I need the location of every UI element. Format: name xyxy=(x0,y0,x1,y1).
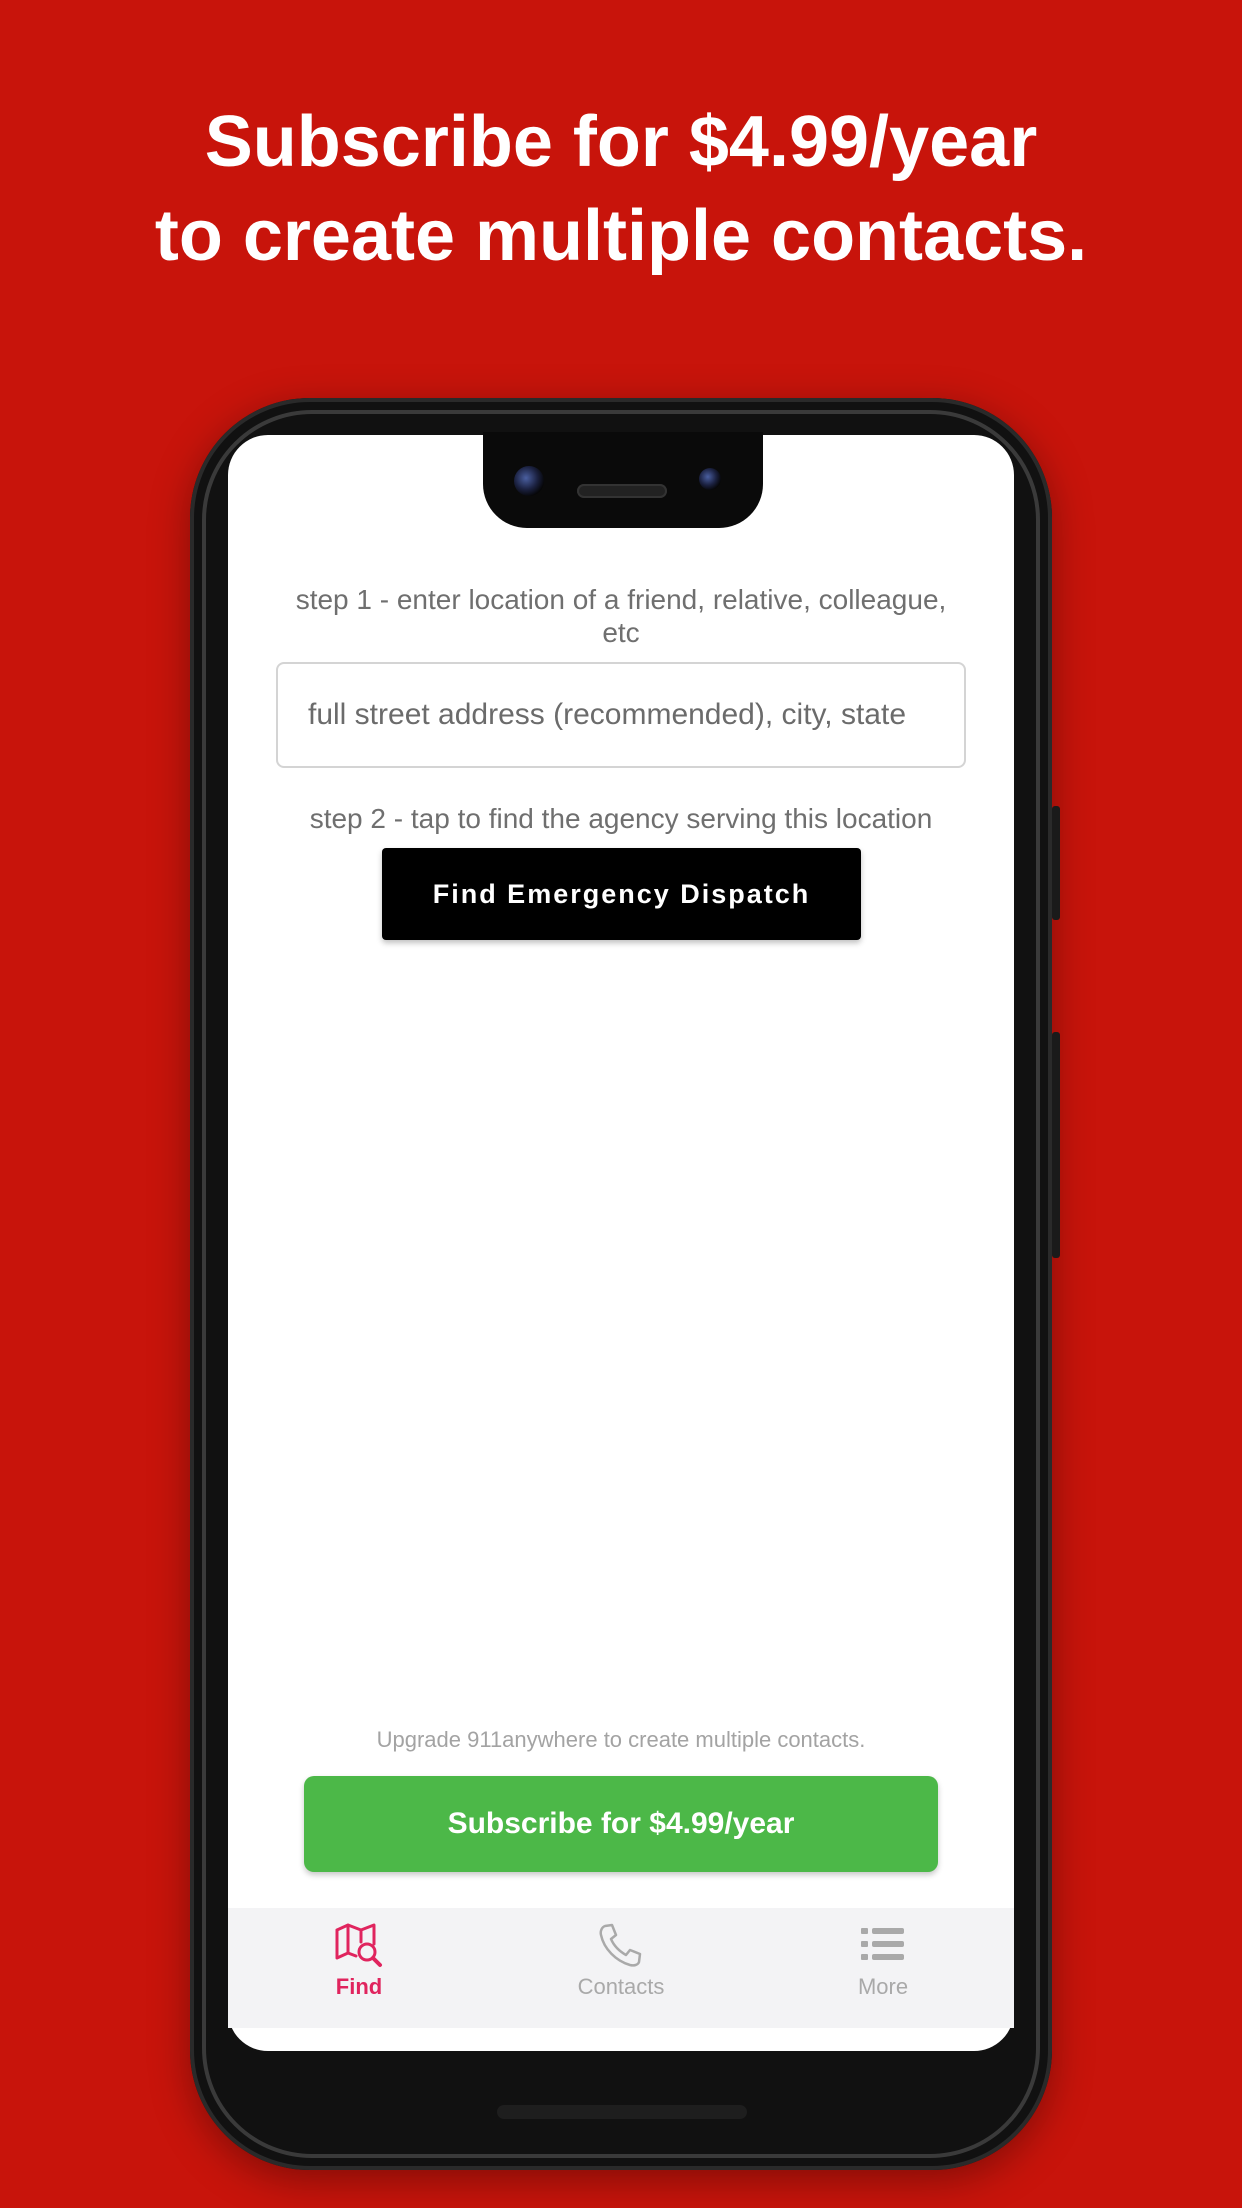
tab-find-label: Find xyxy=(335,1974,383,1999)
list-icon xyxy=(861,1928,904,1960)
tab-contacts[interactable]: Contacts xyxy=(490,1908,752,2028)
step1-label: step 1 - enter location of a friend, rel… xyxy=(295,584,947,648)
tab-more[interactable]: More xyxy=(752,1908,1014,2028)
step2-label: step 2 - tap to find the agency serving … xyxy=(309,803,933,834)
promo-headline-line1: Subscribe for $4.99/year xyxy=(204,102,1038,182)
promo-headline: Subscribe for $4.99/year to create multi… xyxy=(0,95,1242,283)
earpiece-speaker xyxy=(577,484,667,498)
home-indicator xyxy=(497,2105,747,2119)
phone-side-button xyxy=(1052,806,1060,920)
phone-volume-button xyxy=(1052,1032,1060,1258)
upgrade-message: Upgrade 911anywhere to create multiple c… xyxy=(376,1727,866,1752)
find-emergency-dispatch-button[interactable]: Find Emergency Dispatch xyxy=(382,848,861,940)
tab-contacts-label: Contacts xyxy=(577,1974,665,1999)
tab-more-label: More xyxy=(857,1974,909,1999)
map-search-icon xyxy=(335,1923,382,1967)
address-input[interactable] xyxy=(276,662,966,768)
promo-headline-line2: to create multiple contacts. xyxy=(154,196,1088,276)
subscribe-button[interactable]: Subscribe for $4.99/year xyxy=(304,1776,938,1872)
phone-icon xyxy=(599,1923,642,1967)
front-sensor xyxy=(699,468,721,490)
front-camera xyxy=(514,466,544,496)
tab-find[interactable]: Find xyxy=(228,1908,490,2028)
bottom-tab-bar: Find Contacts More xyxy=(228,1908,1014,2028)
